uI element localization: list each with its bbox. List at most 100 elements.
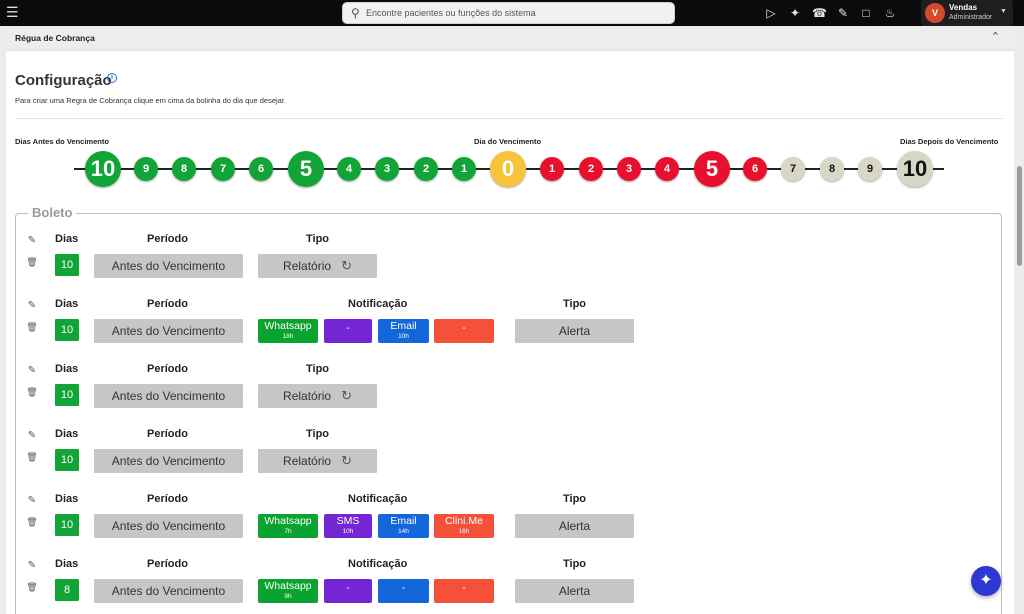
header-notificacao: Notificação <box>348 492 408 505</box>
timeline-day-dot[interactable]: 4 <box>655 157 679 181</box>
bell-icon[interactable]: ♨ <box>883 6 897 20</box>
timeline-day-dot[interactable]: 6 <box>743 157 767 181</box>
notification-sms-button[interactable]: - <box>324 578 372 603</box>
trash-icon[interactable]: 🗑 <box>26 517 38 528</box>
timeline-day-dot[interactable]: 8 <box>172 157 196 181</box>
timeline-day-dot[interactable]: 7 <box>211 157 235 181</box>
timeline-day-dot[interactable]: 10 <box>85 151 121 187</box>
edit-icon[interactable]: ✎ <box>26 235 38 246</box>
timeline-day-dot[interactable]: 5 <box>694 151 730 187</box>
notification-label: SMS <box>336 514 360 527</box>
notification-clini-button[interactable]: - <box>434 318 494 343</box>
days-value: 10 <box>55 513 79 536</box>
period-button[interactable]: Antes do Vencimento <box>94 578 243 603</box>
header-tipo: Tipo <box>563 492 587 505</box>
menu-icon[interactable]: ☰ <box>6 4 19 20</box>
days-value: 10 <box>55 383 79 406</box>
timeline-day-dot[interactable]: 6 <box>249 157 273 181</box>
edit-icon[interactable]: ✎ <box>26 560 38 571</box>
type-label: Relatório <box>283 259 332 273</box>
header-tipo: Tipo <box>306 362 330 375</box>
period-button[interactable]: Antes do Vencimento <box>94 448 243 473</box>
scrollbar-thumb[interactable] <box>1017 166 1022 266</box>
period-button[interactable]: Antes do Vencimento <box>94 383 243 408</box>
type-button[interactable]: Alerta <box>515 318 634 343</box>
notification-wa-button[interactable]: Whatsapp 7h <box>258 513 318 538</box>
timeline-day-dot[interactable]: 3 <box>617 157 641 181</box>
notification-time: 14h <box>398 527 409 535</box>
trash-icon[interactable]: 🗑 <box>26 452 38 463</box>
edit-icon[interactable]: ✎ <box>26 430 38 441</box>
trash-icon[interactable]: 🗑 <box>26 257 38 268</box>
type-label: Relatório <box>283 388 332 403</box>
header-dias: Dias <box>55 427 79 440</box>
ai-assistant-button[interactable]: ✦ <box>971 566 1001 596</box>
type-button[interactable]: Alerta <box>515 578 634 603</box>
notification-wa-button[interactable]: Whatsapp 18h <box>258 318 318 343</box>
timeline-day-dot[interactable]: 3 <box>375 157 399 181</box>
scrollbar[interactable] <box>1016 26 1024 614</box>
search-input[interactable] <box>366 5 666 21</box>
period-button[interactable]: Antes do Vencimento <box>94 318 243 343</box>
ai-spark-icon[interactable]: ✦ <box>788 6 802 20</box>
header-tipo: Tipo <box>563 297 587 310</box>
headset-icon[interactable]: ☎ <box>812 6 827 20</box>
timeline-day-dot[interactable]: 8 <box>820 157 844 181</box>
header-periodo: Período <box>147 297 188 310</box>
panel-header[interactable]: Régua de Cobrança ⌃ <box>6 26 1014 51</box>
timeline-day-dot[interactable]: 2 <box>414 157 438 181</box>
notification-sms-button[interactable]: - <box>324 318 372 343</box>
notification-label: Email <box>390 514 417 527</box>
header-dias: Dias <box>55 233 79 245</box>
timeline-day-dot[interactable]: 2 <box>579 157 603 181</box>
notification-label: - <box>346 581 350 594</box>
trash-icon[interactable]: 🗑 <box>26 582 38 593</box>
notes-icon[interactable]: ✎ <box>836 6 850 20</box>
notification-sms-button[interactable]: SMS 10h <box>324 513 372 538</box>
chat-icon[interactable]: □ <box>859 6 873 20</box>
info-icon[interactable]: i <box>107 73 117 83</box>
trash-icon[interactable]: 🗑 <box>26 322 38 333</box>
type-button[interactable]: Relatório ↻ <box>258 254 377 278</box>
notification-label: Clini.Me <box>445 514 483 527</box>
notification-email-button[interactable]: Email 10h <box>378 318 429 343</box>
timeline-day-dot[interactable]: 1 <box>540 157 564 181</box>
boleto-title: Boleto <box>28 205 77 220</box>
header-dias: Dias <box>55 362 79 375</box>
period-button[interactable]: Antes do Vencimento <box>94 254 243 278</box>
label-days-after: Dias Depois do Vencimento <box>900 137 999 146</box>
type-button[interactable]: Relatório ↻ <box>258 383 377 408</box>
timeline-day-dot[interactable]: 10 <box>897 151 933 187</box>
search-icon: ⚲ <box>351 6 360 20</box>
timeline-day-dot[interactable]: 4 <box>337 157 361 181</box>
notification-clini-button[interactable]: Clini.Me 16h <box>434 513 494 538</box>
edit-icon[interactable]: ✎ <box>26 300 38 311</box>
timeline-day-dot[interactable]: 5 <box>288 151 324 187</box>
chevron-up-icon[interactable]: ⌃ <box>991 30 1000 43</box>
timeline-day-dot[interactable]: 7 <box>781 157 805 181</box>
user-menu[interactable]: V Vendas Administrador ▼ <box>921 0 1013 26</box>
timeline-day-dot[interactable]: 0 <box>490 151 526 187</box>
video-icon[interactable]: ▷ <box>764 6 778 20</box>
edit-icon[interactable]: ✎ <box>26 495 38 506</box>
edit-icon[interactable]: ✎ <box>26 365 38 376</box>
notification-label: - <box>401 581 406 594</box>
notification-email-button[interactable]: - <box>378 578 429 603</box>
notification-clini-button[interactable]: - <box>434 578 494 603</box>
notification-email-button[interactable]: Email 14h <box>378 513 429 538</box>
period-button[interactable]: Antes do Vencimento <box>94 513 243 538</box>
days-value: 10 <box>55 254 79 276</box>
chevron-down-icon: ▼ <box>1000 8 1007 15</box>
refresh-icon: ↻ <box>341 258 352 273</box>
timeline-day-dot[interactable]: 1 <box>452 157 476 181</box>
trash-icon[interactable]: 🗑 <box>26 387 38 398</box>
header-periodo: Período <box>147 557 188 570</box>
type-button[interactable]: Relatório ↻ <box>258 448 377 473</box>
notification-label: Whatsapp <box>264 319 312 332</box>
type-button[interactable]: Alerta <box>515 513 634 538</box>
timeline-day-dot[interactable]: 9 <box>858 157 882 181</box>
timeline-day-dot[interactable]: 9 <box>134 157 158 181</box>
avatar: V <box>925 3 945 23</box>
notification-wa-button[interactable]: Whatsapp 9h <box>258 578 318 603</box>
search-box[interactable]: ⚲ <box>342 2 675 24</box>
